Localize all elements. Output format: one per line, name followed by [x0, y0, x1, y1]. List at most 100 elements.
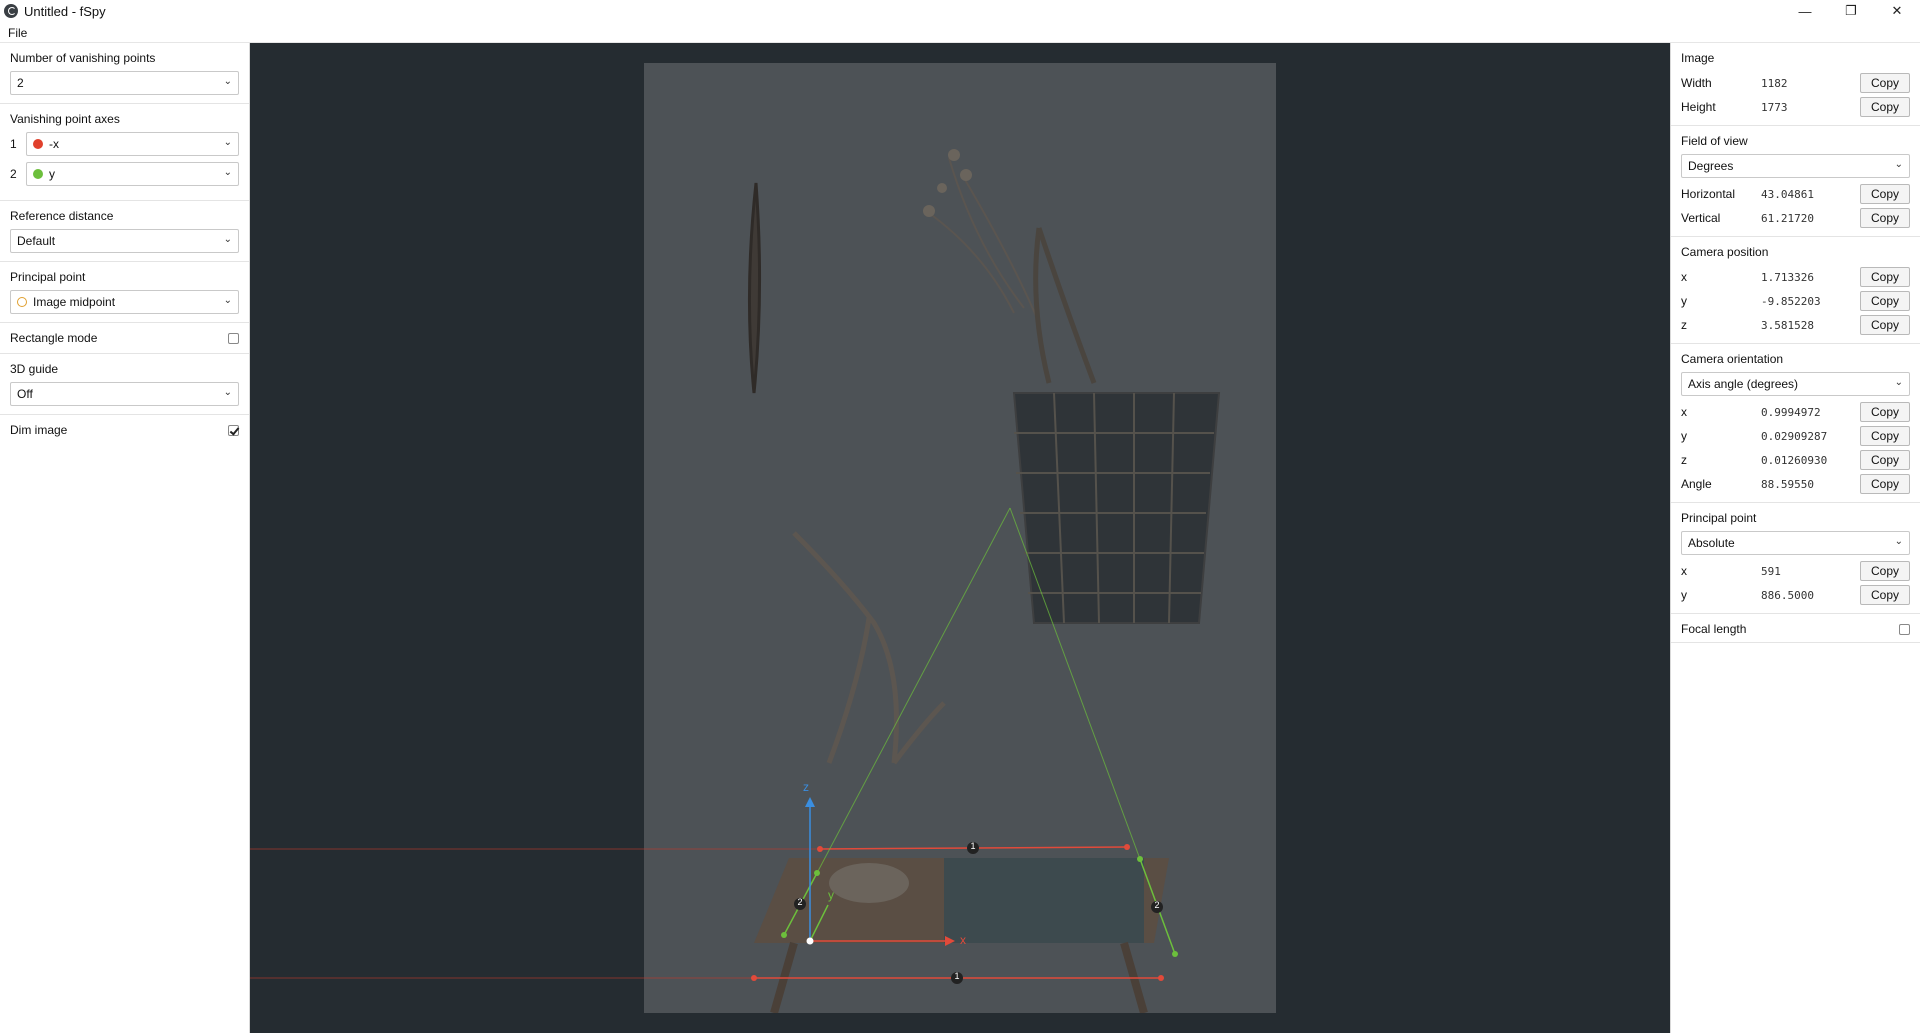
vp-axis-row-1: 1 -x ⌄ [10, 132, 239, 156]
dim-image-row: Dim image [10, 423, 239, 437]
value-text: 43.04861 [1761, 187, 1814, 201]
vp1-handle[interactable] [751, 975, 757, 981]
vp-axis-2-select[interactable]: y ⌄ [26, 162, 239, 186]
pp-y-row: y 886.5000 Copy [1681, 583, 1910, 607]
chevron-down-icon: ⌄ [223, 137, 232, 148]
chevron-down-icon: ⌄ [223, 167, 232, 178]
fov-title: Field of view [1681, 134, 1748, 148]
image-title: Image [1681, 51, 1715, 65]
vp1-handle[interactable] [1158, 975, 1164, 981]
vp-axis-number: 1 [10, 137, 17, 151]
fspy-logo-icon [4, 4, 18, 18]
guide-select[interactable]: Off ⌄ [10, 382, 239, 406]
principal-point-title: Principal point [1681, 511, 1757, 525]
copy-button[interactable]: Copy [1860, 97, 1910, 117]
window-controls: — ❐ ✕ [1782, 0, 1920, 22]
value-label: x [1681, 270, 1687, 284]
window-title: Untitled - fSpy [24, 3, 106, 19]
ref-distance-select[interactable]: Default ⌄ [10, 229, 239, 253]
value-text: 1773 [1761, 100, 1788, 114]
fov-unit-value: Degrees [1688, 159, 1734, 173]
principal-point-select[interactable]: Image midpoint ⌄ [10, 290, 239, 314]
orientation-mode-value: Axis angle (degrees) [1688, 377, 1799, 391]
value-text: 886.5000 [1761, 588, 1814, 602]
vp1-handle[interactable] [1124, 844, 1130, 850]
copy-button[interactable]: Copy [1860, 315, 1910, 335]
settings-panel: Number of vanishing points 2 ⌄ Vanishing… [0, 43, 250, 1033]
image-section: Image Width 1182 Copy Height 1773 Copy [1671, 43, 1920, 126]
copy-button[interactable]: Copy [1860, 474, 1910, 494]
vp-axis-number: 2 [10, 167, 17, 181]
principal-point-label: Principal point [10, 270, 86, 284]
value-text: 1.713326 [1761, 270, 1814, 284]
value-label: y [1681, 429, 1687, 443]
pp-mode-select[interactable]: Absolute ⌄ [1681, 531, 1910, 555]
fov-section: Field of view Degrees ⌄ Horizontal 43.04… [1671, 126, 1920, 237]
copy-button[interactable]: Copy [1860, 426, 1910, 446]
chevron-down-icon: ⌄ [223, 387, 232, 398]
copy-button[interactable]: Copy [1860, 73, 1910, 93]
vp1-handle[interactable] [817, 846, 823, 852]
orient-x-row: x 0.9994972 Copy [1681, 400, 1910, 424]
vp2-marker-label: 2 [1154, 900, 1160, 910]
guide-label: 3D guide [10, 362, 59, 376]
axis-x-label: x [960, 933, 966, 947]
value-label: Horizontal [1681, 187, 1736, 201]
value-text: 0.01260930 [1761, 453, 1828, 467]
copy-button[interactable]: Copy [1860, 291, 1910, 311]
vp-axis-1-select[interactable]: -x ⌄ [26, 132, 239, 156]
value-label: y [1681, 294, 1687, 308]
ref-distance-value: Default [17, 234, 56, 248]
value-label: y [1681, 588, 1687, 602]
value-text: -9.852203 [1761, 294, 1821, 308]
value-label: x [1681, 405, 1687, 419]
minimize-icon[interactable]: — [1782, 0, 1828, 22]
fov-unit-select[interactable]: Degrees ⌄ [1681, 154, 1910, 178]
copy-button[interactable]: Copy [1860, 450, 1910, 470]
copy-button[interactable]: Copy [1860, 585, 1910, 605]
copy-button[interactable]: Copy [1860, 402, 1910, 422]
camera-position-section: Camera position x 1.713326 Copy y -9.852… [1671, 237, 1920, 344]
dim-image-section: Dim image [0, 415, 249, 445]
copy-button[interactable]: Copy [1860, 561, 1910, 581]
num-vp-select[interactable]: 2 ⌄ [10, 71, 239, 95]
vp-axes-section: Vanishing point axes 1 -x ⌄ 2 y ⌄ [0, 104, 249, 201]
rectangle-mode-row: Rectangle mode [10, 331, 239, 345]
chevron-down-icon: ⌄ [1894, 536, 1903, 547]
vp2-handle[interactable] [1137, 856, 1143, 862]
vp2-handle[interactable] [781, 932, 787, 938]
axis-z-label: z [803, 780, 809, 794]
camera-orientation-title: Camera orientation [1681, 352, 1784, 366]
rectangle-mode-checkbox[interactable] [228, 332, 239, 344]
focal-length-section: Focal length [1671, 614, 1920, 643]
copy-button[interactable]: Copy [1860, 267, 1910, 287]
guide-section: 3D guide Off ⌄ [0, 354, 249, 415]
orient-angle-row: Angle 88.59550 Copy [1681, 472, 1910, 496]
value-label: z [1681, 453, 1687, 467]
image-viewport[interactable]: 1 1 2 2 x y z [250, 43, 1670, 1033]
title-bar: Untitled - fSpy — ❐ ✕ [0, 0, 1920, 22]
focal-length-checkbox[interactable] [1899, 623, 1910, 635]
orientation-mode-select[interactable]: Axis angle (degrees) ⌄ [1681, 372, 1910, 396]
vp2-handle[interactable] [1172, 951, 1178, 957]
chevron-down-icon: ⌄ [223, 76, 232, 87]
pp-x-row: x 591 Copy [1681, 559, 1910, 583]
green-dot-icon [33, 169, 43, 179]
copy-button[interactable]: Copy [1860, 208, 1910, 228]
origin-handle[interactable] [806, 937, 814, 945]
copy-button[interactable]: Copy [1860, 184, 1910, 204]
vp1-marker-label: 1 [954, 971, 960, 981]
vp2-handle[interactable] [814, 870, 820, 876]
value-text: 0.02909287 [1761, 429, 1828, 443]
camera-position-title: Camera position [1681, 245, 1769, 259]
principal-point-section: Principal point Image midpoint ⌄ [0, 262, 249, 323]
vp-axis-row-2: 2 y ⌄ [10, 162, 239, 186]
restore-icon[interactable]: ❐ [1828, 0, 1874, 22]
close-icon[interactable]: ✕ [1874, 0, 1920, 22]
red-dot-icon [33, 139, 43, 149]
orient-y-row: y 0.02909287 Copy [1681, 424, 1910, 448]
dim-image-checkbox[interactable] [228, 424, 239, 436]
num-vp-section: Number of vanishing points 2 ⌄ [0, 43, 249, 104]
fov-vertical-row: Vertical 61.21720 Copy [1681, 206, 1910, 230]
menu-file[interactable]: File [0, 22, 35, 40]
